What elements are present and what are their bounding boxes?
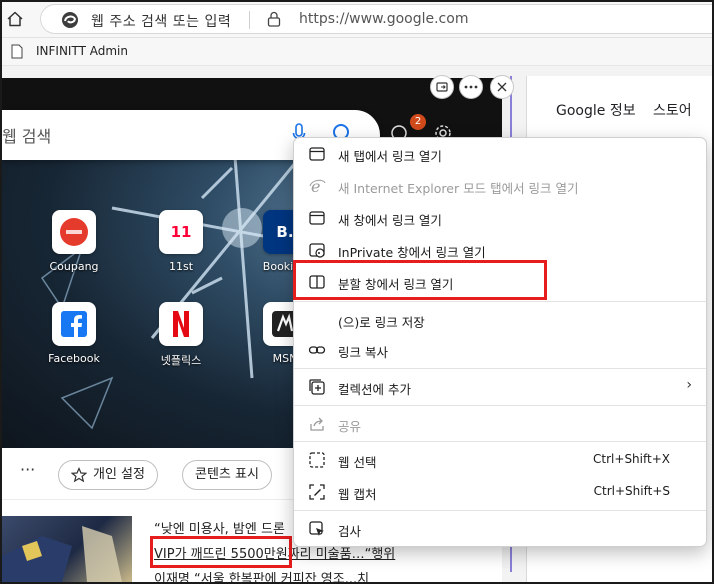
menu-web-select[interactable]: 웹 선택 Ctrl+Shift+X [294, 444, 706, 476]
menu-open-in-ie-mode-tab[interactable]: e 새 Internet Explorer 모드 탭에서 링크 열기 [294, 170, 706, 202]
close-icon [497, 82, 507, 92]
11st-logo: 11 [159, 210, 203, 254]
menu-separator [294, 405, 706, 406]
booking-icon: B. [276, 223, 294, 241]
tile-label: Facebook [48, 352, 100, 365]
menu-open-in-new-window[interactable]: 새 창에서 링크 열기 [294, 202, 706, 234]
favorite-infinitt-admin[interactable]: INFINITT Admin [36, 44, 128, 58]
tile-11st[interactable]: 11 11st [136, 210, 226, 273]
show-content-button[interactable]: 콘텐츠 표시 [182, 460, 272, 490]
highlight-box-news [150, 536, 292, 568]
lock-icon[interactable] [267, 11, 281, 27]
news-thumbnail-image [2, 526, 122, 582]
tile-netflix[interactable]: 넷플릭스 [136, 302, 226, 368]
menu-item-label: 새 창에서 링크 열기 [338, 213, 442, 228]
new-tab-icon [309, 147, 325, 161]
menu-separator [294, 368, 706, 369]
notification-badge: 2 [410, 114, 426, 130]
11st-icon: 11 [170, 223, 192, 241]
tile-coupang[interactable]: Coupang [29, 210, 119, 273]
menu-open-in-new-tab[interactable]: 새 탭에서 링크 열기 [294, 138, 706, 170]
close-split-button[interactable] [490, 75, 514, 99]
menu-separator [294, 510, 706, 511]
menu-item-label: InPrivate 창에서 링크 열기 [338, 245, 486, 260]
shortcut-label: Ctrl+Shift+S [593, 484, 670, 498]
more-actions-button[interactable] [459, 75, 483, 99]
document-icon [11, 44, 23, 59]
menu-web-capture[interactable]: 웹 캡처 Ctrl+Shift+S [294, 476, 706, 508]
menu-separator [294, 301, 706, 302]
news-headline-3[interactable]: 이재명 “서울 한복판에 커피잔 영조...치 [154, 568, 369, 582]
menu-item-label: 검사 [338, 524, 362, 539]
menu-item-label: 새 탭에서 링크 열기 [338, 149, 442, 164]
open-in-tab-button[interactable] [430, 75, 454, 99]
home-icon[interactable] [5, 9, 25, 29]
address-divider [249, 11, 250, 29]
google-about-link[interactable]: Google 정보 [556, 100, 636, 120]
svg-text:e: e [311, 177, 320, 195]
chevron-right-icon: › [686, 377, 692, 393]
menu-save-link-as[interactable]: (으)로 링크 저장 [294, 304, 706, 336]
netflix-icon [173, 311, 189, 337]
link-icon [308, 346, 326, 354]
address-bar-row: 웹 주소 검색 또는 입력 https://www.google.com [0, 0, 714, 38]
menu-item-label: 링크 복사 [338, 345, 388, 360]
menu-item-label: 컬렉션에 추가 [338, 382, 411, 397]
news-thumbnail[interactable] [2, 516, 132, 582]
star-icon [71, 466, 87, 482]
search-placeholder[interactable]: 웹 검색 [2, 123, 51, 147]
netflix-logo [159, 302, 203, 346]
menu-copy-link[interactable]: 링크 복사 [294, 334, 706, 366]
address-field[interactable]: 웹 주소 검색 또는 입력 https://www.google.com [40, 4, 714, 34]
google-store-link[interactable]: 스토어 [653, 100, 692, 120]
menu-item-label: 공유 [338, 419, 362, 434]
new-window-icon [309, 211, 325, 225]
open-in-tab-icon [436, 82, 448, 92]
edge-icon [62, 12, 78, 28]
menu-item-label: 웹 선택 [338, 455, 377, 470]
menu-item-label: 새 Internet Explorer 모드 탭에서 링크 열기 [338, 181, 579, 196]
inspect-icon [309, 521, 324, 536]
ellipsis-icon [464, 85, 478, 89]
menu-add-to-collections[interactable]: 컬렉션에 추가 › [294, 371, 706, 403]
address-url[interactable]: https://www.google.com [299, 11, 468, 27]
tile-facebook[interactable]: Facebook [29, 302, 119, 365]
menu-inspect[interactable]: 검사 [294, 513, 706, 545]
menu-share[interactable]: 공유 [294, 408, 706, 440]
tile-label: 넷플릭스 [160, 354, 202, 367]
favorites-bar: INFINITT Admin [0, 38, 714, 66]
ie-icon: e [309, 177, 326, 195]
menu-separator [294, 441, 706, 442]
tile-label: 11st [168, 260, 194, 273]
web-select-icon [309, 452, 325, 468]
context-menu: 새 탭에서 링크 열기 e 새 Internet Explorer 모드 탭에서… [293, 137, 707, 547]
highlight-box-split-window [293, 260, 547, 300]
facebook-logo [52, 302, 96, 346]
personalize-button[interactable]: 개인 설정 [58, 460, 158, 490]
coupang-logo [52, 210, 96, 254]
more-options-button[interactable]: ··· [20, 460, 35, 479]
coupang-icon [60, 218, 88, 246]
menu-item-label: (으)로 링크 저장 [338, 315, 425, 330]
personalize-label: 개인 설정 [93, 467, 145, 482]
collections-icon [309, 379, 325, 395]
shortcut-label: Ctrl+Shift+X [593, 452, 670, 466]
share-icon [310, 417, 324, 431]
web-capture-icon [309, 484, 325, 500]
inprivate-icon [309, 243, 325, 258]
address-placeholder[interactable]: 웹 주소 검색 또는 입력 [91, 11, 231, 31]
news-headline-1[interactable]: “낮엔 미용사, 밤엔 드론 [154, 518, 285, 537]
tile-label: Coupang [49, 260, 99, 273]
show-content-label: 콘텐츠 표시 [195, 467, 259, 482]
facebook-icon [61, 311, 87, 337]
menu-item-label: 웹 캡처 [338, 487, 377, 502]
